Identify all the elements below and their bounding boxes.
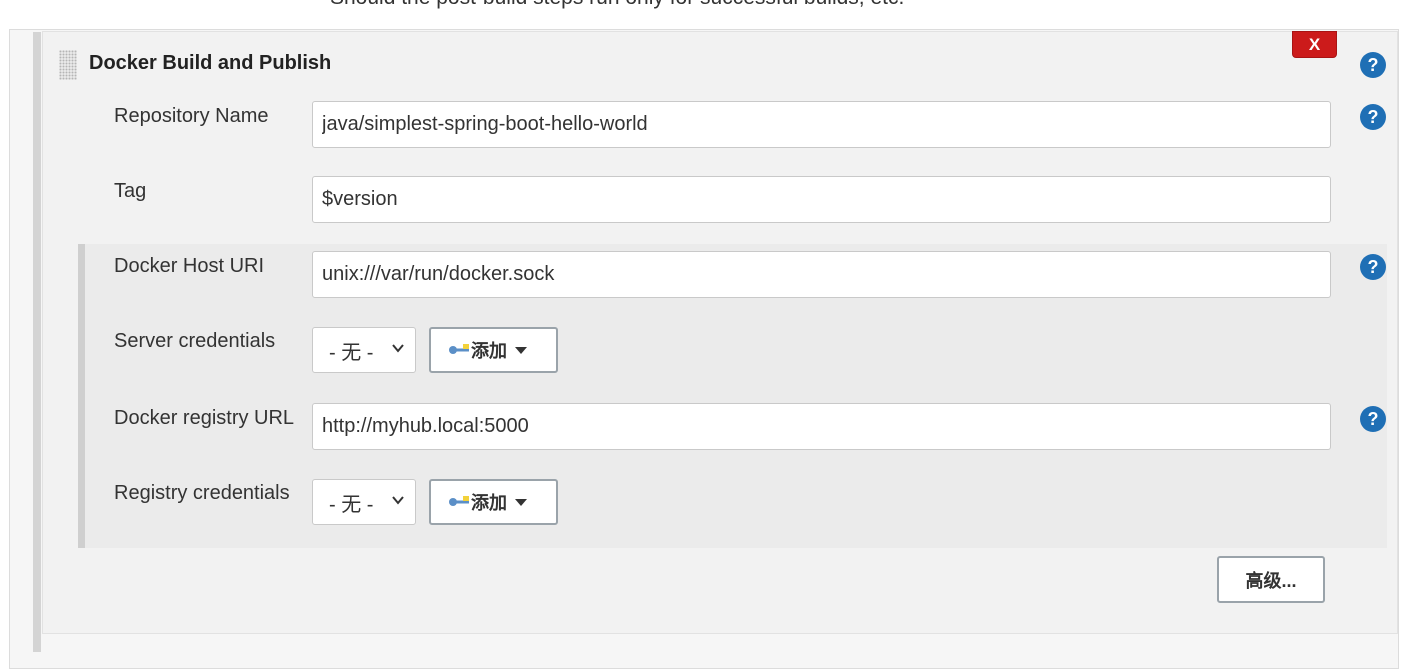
caret-down-icon — [515, 498, 527, 506]
server-credentials-label: Server credentials — [114, 330, 276, 352]
repository-name-help-icon[interactable]: ? — [1360, 104, 1386, 130]
caret-down-icon — [515, 346, 527, 354]
close-icon: X — [1308, 34, 1321, 54]
registry-credentials-label: Registry credentials — [114, 482, 290, 504]
docker-host-uri-help-icon[interactable]: ? — [1360, 254, 1386, 280]
chevron-down-icon — [392, 344, 404, 353]
section-help-icon[interactable]: ? — [1360, 52, 1386, 78]
repository-name-input[interactable] — [312, 101, 1331, 148]
tag-label: Tag — [114, 180, 147, 202]
server-credentials-add-button[interactable]: 添加 — [429, 327, 558, 373]
registry-credentials-select[interactable]: - 无 - — [312, 479, 416, 525]
docker-registry-url-help-icon[interactable]: ? — [1360, 406, 1386, 432]
repository-name-label: Repository Name — [114, 105, 269, 127]
drag-handle-icon[interactable] — [59, 50, 77, 80]
chevron-down-icon — [392, 496, 404, 505]
previous-section-description: Should the post-build steps run only for… — [330, 0, 904, 10]
advanced-button[interactable]: 高级... — [1217, 556, 1325, 603]
section-title: Docker Build and Publish — [89, 52, 332, 74]
docker-host-uri-input[interactable] — [312, 251, 1331, 298]
docker-registry-url-label: Docker registry URL — [114, 407, 295, 429]
key-icon — [449, 496, 469, 506]
docker-registry-url-input[interactable] — [312, 403, 1331, 450]
key-icon — [449, 344, 469, 354]
docker-host-uri-label: Docker Host URI — [114, 255, 265, 277]
container-left-border — [33, 32, 41, 652]
delete-step-button[interactable]: X — [1292, 31, 1337, 58]
tag-input[interactable] — [312, 176, 1331, 223]
server-credentials-select[interactable]: - 无 - — [312, 327, 416, 373]
registry-credentials-add-button[interactable]: 添加 — [429, 479, 558, 525]
